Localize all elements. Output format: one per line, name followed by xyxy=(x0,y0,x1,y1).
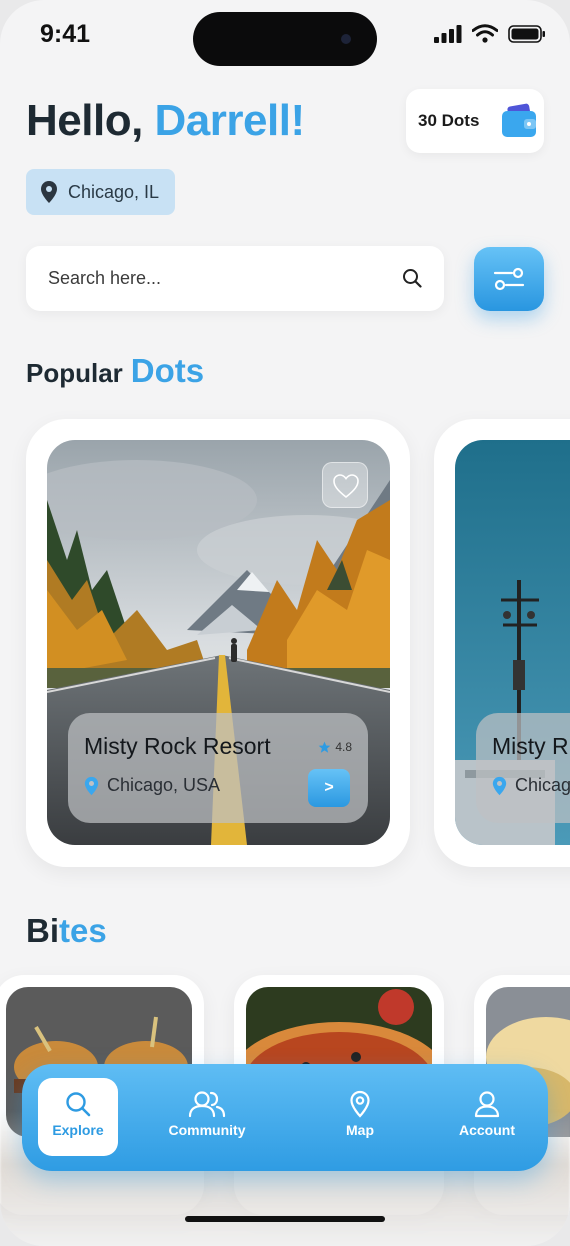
user-name: Darrell! xyxy=(154,96,306,145)
greeting-text: Hello, xyxy=(26,96,143,145)
location-pin-icon xyxy=(492,776,507,795)
bites-word-start: Bi xyxy=(26,912,59,949)
popular-accent: Dots xyxy=(130,352,205,389)
popular-dots-heading: Popular Dots xyxy=(26,352,204,390)
location-chip[interactable]: Chicago, IL xyxy=(26,169,176,215)
nav-map[interactable]: Map xyxy=(320,1078,400,1156)
wifi-icon xyxy=(472,24,498,43)
location-label: Chicago, IL xyxy=(68,181,160,202)
status-time: 9:41 xyxy=(40,20,91,48)
wallet-icon xyxy=(502,103,536,137)
dot-photo: Misty Rock Resort 4.8 Chicago, USA > xyxy=(47,440,390,845)
location-pin-icon xyxy=(84,776,99,795)
users-icon xyxy=(188,1091,226,1118)
nav-community[interactable]: Community xyxy=(167,1078,247,1156)
dot-title: Misty R xyxy=(492,733,569,759)
signal-icon xyxy=(434,25,462,43)
dots-balance: 30 Dots xyxy=(418,111,480,130)
greeting-heading: Hello, Darrell! xyxy=(26,96,305,146)
rating-value: 4.8 xyxy=(335,740,352,754)
phone-screen: 9:41 Hello, Darrell! 30 Dots Chicago, IL xyxy=(0,0,570,1246)
home-indicator xyxy=(185,1216,385,1222)
status-bar: 9:41 xyxy=(0,0,570,70)
filter-icon xyxy=(493,267,525,291)
bottom-navigation: Explore Community Map Account xyxy=(22,1064,548,1171)
search-icon xyxy=(66,1092,91,1117)
search-bar xyxy=(26,246,444,311)
search-icon[interactable] xyxy=(402,268,422,288)
location-pin-icon xyxy=(41,181,57,203)
heart-icon xyxy=(333,474,359,499)
nav-account-label: Account xyxy=(459,1122,515,1138)
dot-info-panel: Misty Rock Resort 4.8 Chicago, USA > xyxy=(68,713,368,823)
open-dot-button[interactable]: > xyxy=(308,769,350,807)
dynamic-island xyxy=(193,12,377,66)
star-icon xyxy=(318,741,331,753)
bites-word-end: tes xyxy=(59,912,107,949)
dot-card[interactable]: Misty Rock Resort 4.8 Chicago, USA > xyxy=(26,419,410,867)
dot-title: Misty Rock Resort xyxy=(84,733,271,759)
popular-word: Popular xyxy=(26,358,123,388)
nav-map-label: Map xyxy=(346,1122,374,1138)
map-pin-icon xyxy=(350,1090,370,1118)
nav-explore[interactable]: Explore xyxy=(38,1078,118,1156)
nav-explore-label: Explore xyxy=(52,1122,104,1138)
nav-community-label: Community xyxy=(168,1122,246,1138)
dot-card[interactable]: Misty R Chicag xyxy=(434,419,570,867)
bites-heading: Bites xyxy=(26,912,107,950)
dot-photo: Misty R Chicag xyxy=(455,440,570,845)
nav-account[interactable]: Account xyxy=(447,1078,527,1156)
dot-rating: 4.8 xyxy=(318,740,352,754)
status-icons xyxy=(434,24,546,43)
search-input[interactable] xyxy=(48,264,388,292)
dot-location-label: Chicag xyxy=(515,775,570,795)
camera-icon xyxy=(341,34,351,44)
dot-location: Chicag xyxy=(492,775,570,796)
dot-info-panel: Misty R Chicag xyxy=(476,713,570,823)
filter-button[interactable] xyxy=(474,247,544,311)
favorite-button[interactable] xyxy=(322,462,368,508)
dot-location-label: Chicago, USA xyxy=(107,775,221,795)
dots-wallet-button[interactable]: 30 Dots xyxy=(406,89,544,153)
battery-icon xyxy=(508,25,545,43)
dot-location: Chicago, USA xyxy=(84,775,220,796)
user-icon xyxy=(474,1091,500,1118)
